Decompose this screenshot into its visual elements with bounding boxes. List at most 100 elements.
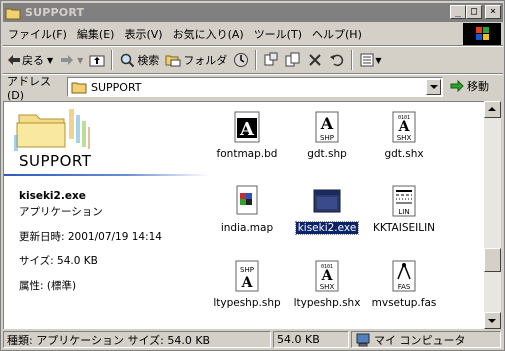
menu-help[interactable]: ヘルプ(H) [307, 26, 367, 42]
selected-file-name: kiseki2.exe [19, 190, 86, 202]
maximize-button[interactable]: □ [466, 5, 482, 19]
web-view-pane: SUPPORT kiseki2.exe アプリケーション 更新日時: 2001/… [4, 102, 214, 329]
standard-toolbar: 戻る ▼ ▼ 検索 フォルダ ▼ [3, 47, 503, 73]
delete-icon [307, 52, 323, 68]
views-dropdown-icon[interactable]: ▼ [375, 56, 381, 65]
file-name: KKTAISEILIN [372, 222, 436, 234]
forward-arrow-icon [59, 52, 75, 68]
move-to-button[interactable] [260, 49, 282, 71]
menu-bar: ファイル(F) 編集(E) 表示(V) お気に入り(A) ツール(T) ヘルプ(… [3, 24, 463, 44]
history-icon [233, 52, 249, 68]
toolbar-separator [255, 50, 258, 70]
font-map-icon: A [231, 110, 263, 144]
back-button[interactable]: 戻る ▼ [3, 49, 56, 71]
forward-button[interactable]: ▼ [56, 49, 86, 71]
windows-logo [463, 23, 501, 45]
vertical-scrollbar[interactable] [484, 101, 501, 329]
address-bar: アドレス(D) SUPPORT 移動 [3, 74, 503, 102]
file-item[interactable]: A SHP gdt.shp [287, 110, 367, 160]
fas-file-icon: FAS [388, 259, 420, 293]
file-item-selected[interactable]: kiseki2.exe [287, 184, 367, 235]
status-location: マイ コンピュータ [351, 331, 501, 348]
file-name: india.map [220, 222, 274, 234]
file-item[interactable]: 0101 A SHX gdt.shx [364, 110, 444, 160]
folder-icon [5, 6, 21, 20]
close-button[interactable]: × [485, 5, 501, 19]
menu-favorites[interactable]: お気に入り(A) [168, 26, 249, 42]
menu-view[interactable]: 表示(V) [119, 26, 167, 42]
move-to-icon [263, 52, 279, 68]
svg-text:A: A [321, 268, 334, 284]
views-button[interactable]: ▼ [356, 49, 384, 71]
minimize-button[interactable]: _ [450, 5, 466, 19]
file-name: ltypeshp.shp [213, 297, 281, 309]
go-arrow-icon [449, 78, 465, 94]
lin-file-icon: LIN [388, 184, 420, 218]
svg-text:A: A [241, 275, 254, 291]
back-dropdown-icon[interactable]: ▼ [47, 56, 53, 65]
title-bar[interactable]: SUPPORT _ □ × [3, 3, 503, 22]
file-item[interactable]: A fontmap.bd [207, 110, 287, 160]
file-item[interactable]: LIN KKTAISEILIN [364, 184, 444, 234]
file-name: gdt.shp [307, 148, 347, 160]
copy-to-icon [285, 52, 301, 68]
file-name: mvsetup.fas [371, 297, 437, 309]
address-value: SUPPORT [91, 80, 142, 94]
copy-to-button[interactable] [282, 49, 304, 71]
file-item[interactable]: SHP A ltypeshp.shp [207, 259, 287, 309]
folders-button[interactable]: フォルダ [162, 49, 230, 71]
scroll-thumb[interactable] [484, 248, 501, 272]
status-size: 54.0 KB [273, 331, 349, 348]
address-dropdown-button[interactable] [426, 79, 441, 95]
file-badge: LIN [398, 208, 409, 216]
undo-icon [329, 52, 345, 68]
folder-icon [71, 79, 87, 95]
my-computer-icon [355, 332, 371, 347]
history-button[interactable] [230, 49, 252, 71]
address-input[interactable]: SUPPORT [67, 77, 443, 97]
folders-label: フォルダ [183, 54, 228, 67]
selected-file-type: アプリケーション [19, 206, 103, 218]
selected-file-attributes: 属性: (標準) [19, 280, 77, 292]
folders-icon [165, 52, 181, 68]
file-name: fontmap.bd [216, 148, 278, 160]
forward-dropdown-icon[interactable]: ▼ [77, 56, 83, 65]
delete-button[interactable] [304, 49, 326, 71]
toolbar-separator [111, 50, 114, 70]
go-button[interactable]: 移動 [449, 78, 489, 94]
map-file-icon [231, 184, 263, 218]
menu-tools[interactable]: ツール(T) [249, 26, 307, 42]
shx-file-icon: 0101 A SHX [388, 110, 420, 144]
menu-edit[interactable]: 編集(E) [72, 26, 120, 42]
pane-title: SUPPORT [19, 152, 92, 170]
search-button[interactable]: 検索 [116, 49, 162, 71]
file-name: ltypeshp.shx [293, 297, 361, 309]
search-icon [119, 52, 135, 68]
file-item[interactable]: FAS mvsetup.fas [364, 259, 444, 309]
svg-text:A: A [398, 119, 411, 135]
file-badge: SHP [320, 134, 334, 142]
shx-file-icon: 0101 A SHX [311, 259, 343, 293]
selected-file-modified: 更新日時: 2001/07/19 14:14 [19, 231, 162, 243]
go-label: 移動 [467, 80, 489, 93]
status-location-label: マイ コンピュータ [374, 333, 466, 347]
file-item[interactable]: india.map [207, 184, 287, 234]
file-item[interactable]: 0101 A SHX ltypeshp.shx [287, 259, 367, 309]
scroll-up-button[interactable] [484, 101, 501, 118]
file-name: gdt.shx [384, 148, 424, 160]
file-badge: FAS [398, 283, 411, 291]
toolbar-separator [351, 50, 354, 70]
undo-button[interactable] [326, 49, 348, 71]
up-folder-button[interactable] [86, 49, 108, 71]
file-badge: SHX [320, 283, 335, 291]
shp-file-icon: A SHP [311, 110, 343, 144]
pane-divider [4, 174, 209, 176]
back-arrow-icon [6, 52, 22, 68]
address-label: アドレス(D) [7, 74, 51, 102]
menu-file[interactable]: ファイル(F) [3, 26, 72, 42]
scroll-down-button[interactable] [484, 312, 501, 329]
file-view: SUPPORT kiseki2.exe アプリケーション 更新日時: 2001/… [3, 101, 484, 329]
exe-window-icon [311, 184, 343, 218]
file-badge: SHX [397, 134, 412, 142]
search-label: 検索 [137, 54, 160, 67]
